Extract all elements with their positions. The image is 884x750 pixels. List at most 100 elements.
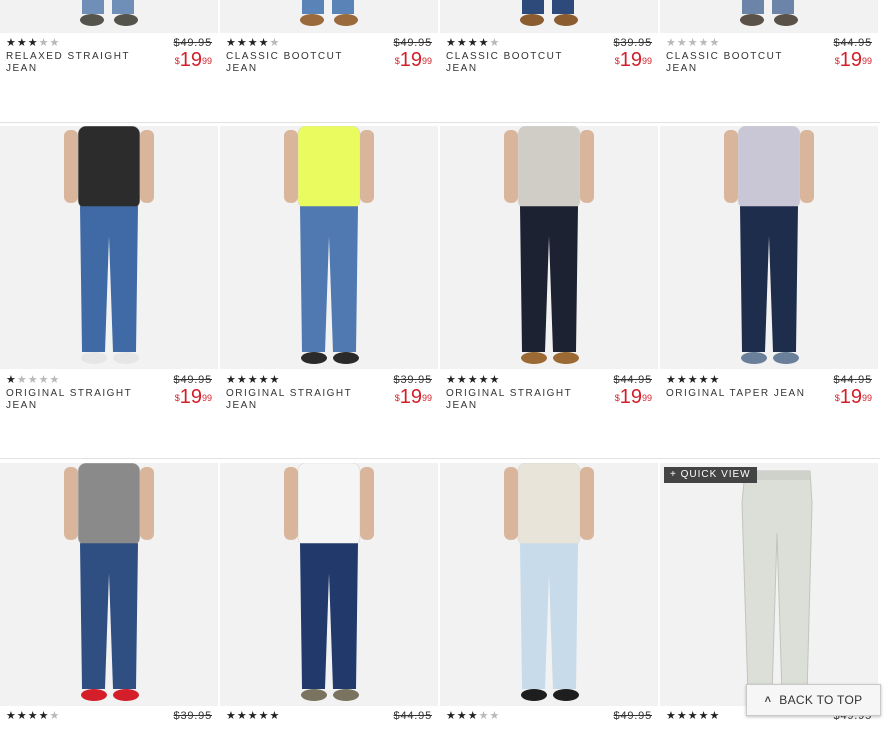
jeans	[300, 543, 358, 689]
star-icon: ★	[687, 374, 699, 386]
star-icon: ★	[698, 374, 710, 386]
back-to-top-button[interactable]: ˄ BACK TO TOP	[746, 684, 881, 716]
jeans	[80, 206, 138, 352]
star-icon: ★	[269, 37, 281, 49]
sale-price: $1999	[615, 387, 652, 409]
product-meta: ★★★★★ $44.95	[226, 710, 432, 750]
price-cents: 99	[421, 56, 432, 66]
product-photo-figure	[64, 126, 154, 364]
product-name[interactable]: ORIGINAL STRAIGHT JEAN	[226, 388, 376, 412]
shoe-left	[521, 688, 547, 701]
star-icon: ★	[16, 37, 28, 49]
product-photo-figure	[724, 126, 814, 364]
currency-symbol: $	[394, 56, 400, 66]
product-name[interactable]: CLASSIC BOOTCUT JEAN	[226, 51, 376, 75]
product-photo[interactable]	[440, 0, 658, 33]
star-icon: ★	[666, 37, 677, 49]
star-icon: ★	[676, 710, 688, 722]
star-icon: ★	[489, 374, 501, 386]
product-photo[interactable]	[660, 0, 878, 33]
price-dollars: 19	[839, 49, 862, 71]
shoe-left	[301, 351, 327, 364]
rating-stars: ★★★★★	[446, 710, 500, 722]
shoe-left	[300, 14, 324, 26]
star-icon: ★	[226, 37, 237, 49]
price-dollars: 19	[839, 386, 862, 408]
shoe-left	[741, 351, 767, 364]
product-name[interactable]: ORIGINAL STRAIGHT JEAN	[446, 388, 596, 412]
star-icon: ★	[489, 710, 501, 722]
price-dollars: 19	[619, 49, 642, 71]
product-meta: ★★★★★ $49.95	[666, 710, 872, 750]
price-cents: 99	[201, 56, 212, 66]
star-icon: ★	[49, 710, 61, 722]
jean-leg-right	[332, 0, 354, 14]
star-icon: ★	[446, 374, 457, 386]
shoe-right	[333, 688, 359, 701]
star-icon: ★	[258, 37, 270, 49]
original-price: $39.95	[393, 374, 432, 386]
star-icon: ★	[456, 374, 468, 386]
star-icon: ★	[478, 374, 490, 386]
product-photo[interactable]: + QUICK VIEW	[660, 463, 878, 706]
product-photo[interactable]	[0, 126, 218, 369]
product-photo[interactable]	[0, 463, 218, 706]
product-name[interactable]: CLASSIC BOOTCUT JEAN	[666, 51, 816, 75]
original-price: $49.95	[173, 37, 212, 49]
product-photo[interactable]	[220, 0, 438, 33]
product-photo[interactable]	[220, 463, 438, 706]
product-photo[interactable]	[220, 126, 438, 369]
shoe-right	[333, 351, 359, 364]
row-divider	[0, 122, 880, 123]
arm-right	[140, 467, 154, 540]
shoe-right	[334, 14, 358, 26]
product-name[interactable]: ORIGINAL STRAIGHT JEAN	[6, 388, 156, 412]
product-photo-figure	[504, 463, 594, 701]
original-price: $44.95	[833, 374, 872, 386]
shoe-left	[521, 351, 547, 364]
shirt	[517, 463, 581, 546]
star-icon: ★	[247, 374, 259, 386]
star-icon: ★	[467, 37, 479, 49]
jean-leg-left	[522, 0, 544, 14]
original-price: $49.95	[393, 37, 432, 49]
star-icon: ★	[489, 37, 501, 49]
product-photo-figure	[64, 463, 154, 701]
shirt	[77, 463, 141, 546]
sale-price: $1999	[615, 50, 652, 72]
star-icon: ★	[27, 710, 39, 722]
sale-price: $1999	[395, 50, 432, 72]
shirt	[517, 126, 581, 209]
rating-stars: ★★★★★	[666, 710, 720, 722]
product-meta: ★★★★★ CLASSIC BOOTCUT JEAN $44.95 $1999	[666, 37, 872, 77]
arm-right	[800, 130, 814, 203]
product-name[interactable]: CLASSIC BOOTCUT JEAN	[446, 51, 596, 75]
shirt	[77, 126, 141, 209]
chevron-up-icon: ˄	[764, 694, 772, 706]
price-cents: 99	[861, 56, 872, 66]
sale-price: $1999	[835, 387, 872, 409]
arm-left	[64, 467, 78, 540]
jeans	[300, 206, 358, 352]
star-icon: ★	[6, 374, 17, 386]
quick-view-button[interactable]: + QUICK VIEW	[664, 467, 757, 483]
product-meta: ★★★★★ ORIGINAL STRAIGHT JEAN $44.95 $1999	[446, 374, 652, 414]
product-photo[interactable]	[660, 126, 878, 369]
product-photo-figure	[504, 126, 594, 364]
star-icon: ★	[236, 37, 248, 49]
star-icon: ★	[478, 710, 490, 722]
jeans	[520, 543, 578, 689]
shoe-right	[554, 14, 578, 26]
star-icon: ★	[698, 710, 710, 722]
rating-stars: ★★★★★	[6, 374, 60, 386]
product-photo[interactable]	[440, 463, 658, 706]
product-photo[interactable]	[0, 0, 218, 33]
product-name[interactable]: ORIGINAL TAPER JEAN	[666, 388, 816, 400]
product-name[interactable]: RELAXED STRAIGHT JEAN	[6, 51, 156, 75]
rating-stars: ★★★★★	[226, 710, 280, 722]
star-icon: ★	[16, 374, 28, 386]
jean-leg-left	[302, 0, 324, 14]
product-meta: ★★★★★ RELAXED STRAIGHT JEAN $49.95 $1999	[6, 37, 212, 77]
star-icon: ★	[446, 710, 457, 722]
product-photo[interactable]	[440, 126, 658, 369]
